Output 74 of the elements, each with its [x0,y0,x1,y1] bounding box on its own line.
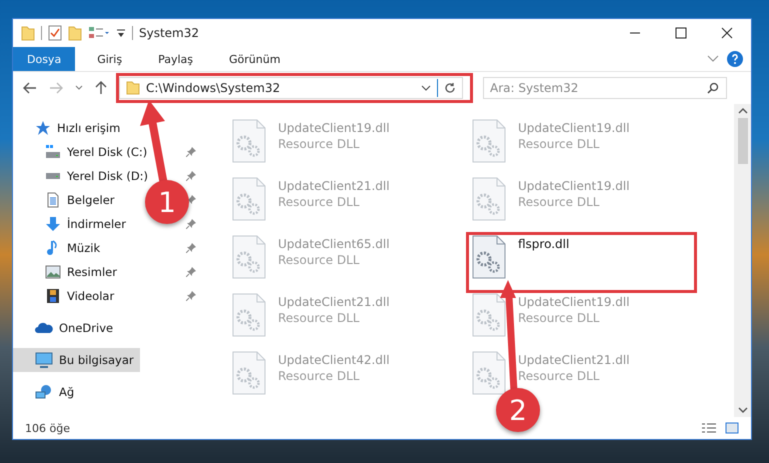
sidebar-item[interactable]: Bu bilgisayar [13,348,140,372]
search-field[interactable]: Ara: System32 [483,77,727,99]
chevron-down-icon[interactable] [421,85,431,91]
sidebar-item[interactable]: Yerel Disk (C:) [13,140,154,164]
file-type: Resource DLL [518,311,600,325]
back-arrow-icon[interactable] [23,82,37,94]
file-type: Resource DLL [518,137,600,151]
dll-file-icon [232,293,266,337]
sidebar-item[interactable]: Videolar [13,284,120,308]
file-type: Resource DLL [278,253,360,267]
pin-icon[interactable] [186,291,196,301]
sidebar-item[interactable]: Müzik [13,236,106,260]
dll-file-icon [232,177,266,221]
help-icon[interactable] [727,51,743,67]
dll-file-icon [232,351,266,395]
download-arrow-icon [45,216,61,232]
file-type: Resource DLL [518,195,600,209]
file-name[interactable]: flspro.dll [518,237,570,251]
search-icon [707,82,719,94]
customize-toolbar-icon[interactable] [116,27,126,39]
ribbon-tab[interactable]: Görünüm [215,47,294,71]
up-arrow-icon[interactable] [95,81,107,95]
dll-file-icon [472,119,506,163]
window-title: System32 [139,26,200,40]
document-icon [45,192,61,208]
chevron-up-icon[interactable] [738,108,748,114]
properties-icon[interactable] [48,25,62,41]
cloud-icon [35,320,53,336]
address-bar[interactable]: C:\Windows\System32 [119,77,463,99]
sidebar-item[interactable]: Belgeler [13,188,121,212]
details-view-icon[interactable] [701,422,717,434]
address-path: C:\Windows\System32 [146,81,282,95]
sidebar-item[interactable]: Hızlı erişim [13,116,126,140]
sidebar-item[interactable]: Resimler [13,260,123,284]
dll-file-icon [472,235,506,279]
close-icon[interactable] [721,27,733,39]
chevron-down-icon[interactable] [738,407,748,413]
folder-icon [126,81,140,95]
scrollbar[interactable] [734,104,751,417]
large-icons-view-icon[interactable] [725,422,739,434]
file-type: Resource DLL [278,311,360,325]
drive-icon [45,144,61,160]
film-strip-icon [45,288,61,304]
computer-icon [35,352,53,368]
file-type: Resource DLL [278,137,360,151]
ribbon-tab[interactable]: Giriş [83,47,136,71]
dll-file-icon [472,293,506,337]
sidebar-item[interactable]: OneDrive [13,316,120,340]
chevron-down-icon[interactable] [75,85,83,91]
pin-icon[interactable] [186,171,196,181]
ribbon-tab[interactable]: Paylaş [144,47,207,71]
view-options-icon[interactable] [88,26,110,40]
pin-icon[interactable] [186,267,196,277]
network-icon [35,384,53,400]
dll-file-icon [472,177,506,221]
refresh-icon[interactable] [444,82,456,94]
sidebar-item[interactable]: İndirmeler [13,212,132,236]
sidebar-item[interactable]: Ağ [13,380,80,404]
dll-file-icon [232,235,266,279]
maximize-icon[interactable] [675,27,687,39]
picture-icon [45,264,61,280]
drive-icon [45,172,61,180]
star-icon [35,120,51,136]
scroll-thumb[interactable] [738,118,748,164]
file-type: Resource DLL [278,369,360,383]
item-count: 106 öğe [25,422,70,434]
pin-icon[interactable] [186,243,196,253]
file-type: Resource DLL [278,195,360,209]
ribbon-tab[interactable]: Dosya [13,47,76,71]
dll-file-icon [232,119,266,163]
dll-file-icon [472,351,506,395]
file-type: Resource DLL [518,369,600,383]
pin-icon[interactable] [186,147,196,157]
pin-icon[interactable] [186,219,196,229]
